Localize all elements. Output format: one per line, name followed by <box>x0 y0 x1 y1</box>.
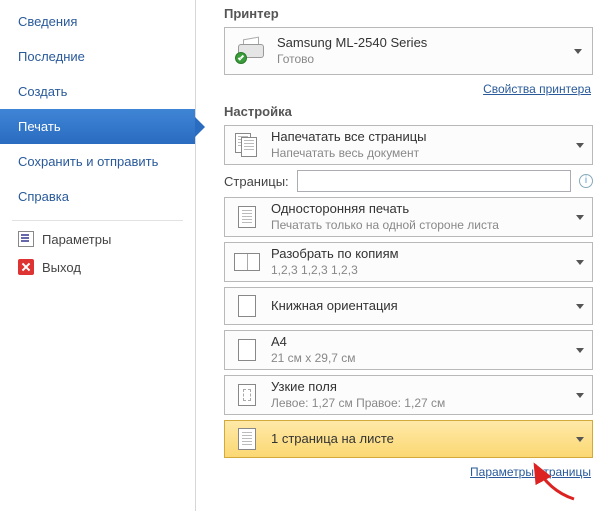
setting-title: Разобрать по копиям <box>271 246 566 262</box>
setting-texts: 1 страница на листе <box>271 431 566 447</box>
setting-pages-per-sheet[interactable]: 1 страница на листе <box>224 420 593 458</box>
pages-input[interactable] <box>297 170 571 192</box>
printer-section-title: Принтер <box>224 6 593 21</box>
orientation-icon <box>233 291 261 321</box>
setting-subtitle: Печатать только на одной стороне листа <box>271 218 566 233</box>
pages-label: Страницы: <box>224 174 289 189</box>
setting-orientation[interactable]: Книжная ориентация <box>224 287 593 325</box>
sidebar-item-save-send[interactable]: Сохранить и отправить <box>0 144 195 179</box>
setting-collate[interactable]: Разобрать по копиям 1,2,3 1,2,3 1,2,3 <box>224 242 593 282</box>
setting-texts: Книжная ориентация <box>271 298 566 314</box>
per-sheet-icon <box>233 424 261 454</box>
sidebar-sub-label: Выход <box>42 260 81 275</box>
margins-icon <box>233 380 261 410</box>
info-icon[interactable]: i <box>579 174 593 188</box>
printer-selector[interactable]: Samsung ML-2540 Series Готово <box>224 27 593 75</box>
backstage-sidebar: Сведения Последние Создать Печать Сохран… <box>0 0 196 511</box>
chevron-down-icon <box>576 304 584 309</box>
setting-title: Односторонняя печать <box>271 201 566 217</box>
sidebar-separator <box>12 220 183 221</box>
sidebar-options[interactable]: Параметры <box>0 225 195 253</box>
printer-icon <box>235 38 267 64</box>
sidebar-label: Создать <box>18 84 67 99</box>
settings-section-title: Настройка <box>224 104 593 119</box>
setting-print-range[interactable]: Напечатать все страницы Напечатать весь … <box>224 125 593 165</box>
sidebar-label: Сведения <box>18 14 77 29</box>
sidebar-label: Печать <box>18 119 61 134</box>
setting-title: Узкие поля <box>271 379 566 395</box>
setting-paper-size[interactable]: A4 21 см x 29,7 см <box>224 330 593 370</box>
chevron-down-icon <box>576 393 584 398</box>
options-icon <box>18 231 34 247</box>
one-side-icon <box>233 202 261 232</box>
printer-status: Готово <box>277 52 564 68</box>
setting-texts: Напечатать все страницы Напечатать весь … <box>271 129 566 160</box>
setting-margins[interactable]: Узкие поля Левое: 1,27 см Правое: 1,27 с… <box>224 375 593 415</box>
setting-texts: Узкие поля Левое: 1,27 см Правое: 1,27 с… <box>271 379 566 410</box>
collate-icon <box>233 247 261 277</box>
setting-subtitle: 1,2,3 1,2,3 1,2,3 <box>271 263 566 278</box>
chevron-down-icon <box>574 49 582 54</box>
paper-icon <box>233 335 261 365</box>
chevron-down-icon <box>576 143 584 148</box>
setting-subtitle: Напечатать весь документ <box>271 146 566 161</box>
setting-texts: Разобрать по копиям 1,2,3 1,2,3 1,2,3 <box>271 246 566 277</box>
setting-sides[interactable]: Односторонняя печать Печатать только на … <box>224 197 593 237</box>
chevron-down-icon <box>576 348 584 353</box>
setting-title: Напечатать все страницы <box>271 129 566 145</box>
sidebar-sub-label: Параметры <box>42 232 111 247</box>
printer-properties-link[interactable]: Свойства принтера <box>483 82 591 96</box>
printer-texts: Samsung ML-2540 Series Готово <box>277 35 564 67</box>
sidebar-item-new[interactable]: Создать <box>0 74 195 109</box>
sidebar-label: Справка <box>18 189 69 204</box>
chevron-down-icon <box>576 437 584 442</box>
pages-input-row: Страницы: i <box>224 170 593 192</box>
setting-subtitle: 21 см x 29,7 см <box>271 351 566 366</box>
chevron-down-icon <box>576 260 584 265</box>
sidebar-item-recent[interactable]: Последние <box>0 39 195 74</box>
setting-subtitle: Левое: 1,27 см Правое: 1,27 см <box>271 396 566 411</box>
sidebar-label: Последние <box>18 49 85 64</box>
page-setup-link[interactable]: Параметры страницы <box>470 465 591 479</box>
printer-name: Samsung ML-2540 Series <box>277 35 564 52</box>
sidebar-item-print[interactable]: Печать <box>0 109 195 144</box>
sidebar-item-info[interactable]: Сведения <box>0 4 195 39</box>
setting-title: Книжная ориентация <box>271 298 566 314</box>
exit-icon <box>18 259 34 275</box>
print-panel: Принтер Samsung ML-2540 Series Готово Св… <box>196 0 603 511</box>
sidebar-exit[interactable]: Выход <box>0 253 195 281</box>
setting-title: A4 <box>271 334 566 350</box>
sidebar-label: Сохранить и отправить <box>18 154 158 169</box>
setting-texts: Односторонняя печать Печатать только на … <box>271 201 566 232</box>
pages-icon <box>233 130 261 160</box>
chevron-down-icon <box>576 215 584 220</box>
setting-title: 1 страница на листе <box>271 431 566 447</box>
setting-texts: A4 21 см x 29,7 см <box>271 334 566 365</box>
sidebar-item-help[interactable]: Справка <box>0 179 195 214</box>
